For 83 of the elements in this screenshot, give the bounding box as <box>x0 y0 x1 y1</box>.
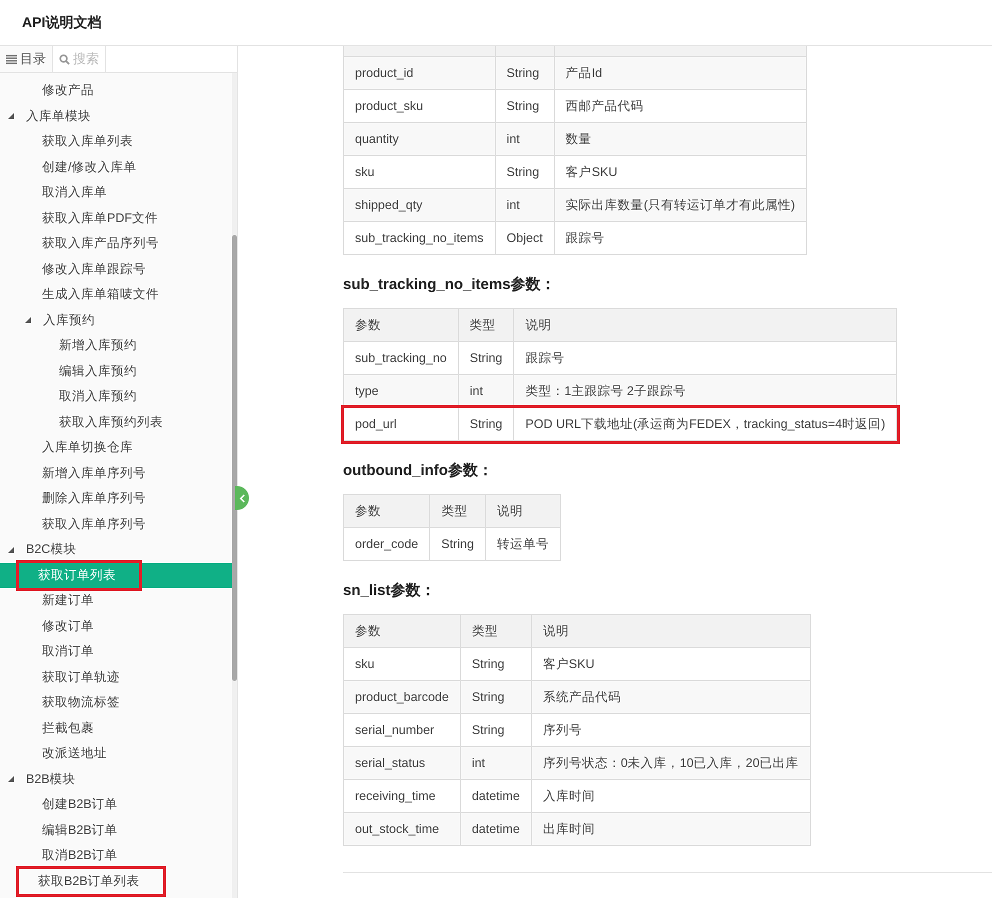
table-cell: String <box>458 408 514 440</box>
table-cell: shipped_qty <box>344 188 496 222</box>
tree-group[interactable]: B2B模块 <box>0 766 232 792</box>
tree-item[interactable]: 入库单切换仓库 <box>0 435 232 460</box>
column-header: 说明 <box>531 614 810 648</box>
table-cell: 转运单号 <box>485 528 560 560</box>
table-cell: datetime <box>460 812 532 846</box>
tree-item[interactable]: 删除入库单序列号 <box>0 486 232 512</box>
table-cell: 类型：1主跟踪号 2子跟踪号 <box>514 374 897 408</box>
section-heading: sn_list参数： <box>343 581 437 600</box>
scrollbar[interactable] <box>232 73 237 898</box>
column-header: 说明 <box>485 494 560 528</box>
table-cell: 出库时间 <box>531 812 810 846</box>
table-cell: 跟踪号 <box>554 222 807 254</box>
table-cell: sub_tracking_no_items <box>344 222 496 254</box>
table-cell: serial_status <box>344 746 460 780</box>
tree-item[interactable]: 获取订单轨迹 <box>0 664 232 690</box>
column-header: 参数 <box>344 614 460 648</box>
table-cell: pod_url <box>344 408 458 440</box>
tree-item[interactable]: 修改订单 <box>0 614 232 639</box>
tree-item[interactable]: 改派送地址 <box>0 741 232 766</box>
tree-item[interactable]: 新增入库单序列号 <box>0 460 232 486</box>
tree-item[interactable]: 创建/修改入库单 <box>0 154 232 180</box>
table-cell: product_barcode <box>344 680 460 714</box>
tree-item[interactable]: 获取入库产品序列号 <box>0 231 232 256</box>
tree-group[interactable]: B2C模块 <box>0 537 232 562</box>
expand-icon <box>8 113 14 120</box>
tree-item[interactable]: 创建B2B订单 <box>0 792 232 818</box>
table-cell: int <box>495 188 554 222</box>
table-cell: 系统产品代码 <box>531 680 810 714</box>
tree-item[interactable]: 获取入库单序列号 <box>0 512 232 537</box>
table-cell: int <box>495 122 554 156</box>
tree-item[interactable]: 拦截包裹 <box>0 716 232 741</box>
table-cell: type <box>344 374 458 408</box>
tree-item[interactable]: 获取入库单PDF文件 <box>0 206 232 231</box>
table-cell: int <box>460 746 532 780</box>
column-header: 类型 <box>460 614 532 648</box>
tree-item[interactable]: 取消B2B订单 <box>0 843 232 868</box>
tree-item[interactable]: 取消入库预约 <box>0 384 232 410</box>
chevron-left-icon <box>238 494 246 502</box>
table-cell: 序列号状态：0未入库，10已入库，20已出库 <box>531 746 810 780</box>
tree-item[interactable]: 取消入库单 <box>0 180 232 206</box>
tree-item[interactable]: 编辑入库预约 <box>0 358 232 384</box>
column-header: 类型 <box>458 308 514 342</box>
column-header: 说明 <box>514 308 897 342</box>
expand-icon <box>25 317 31 324</box>
column-header: 参数 <box>344 494 430 528</box>
section-heading: outbound_info参数： <box>343 461 494 480</box>
column-header: 类型 <box>430 494 486 528</box>
table-cell: String <box>495 56 554 90</box>
app-title: API说明文档 <box>22 14 102 32</box>
menu-icon <box>6 54 17 64</box>
sidebar-tab[interactable]: 目录 <box>0 46 53 72</box>
tree-group[interactable]: 入库预约 <box>0 308 232 333</box>
expand-icon <box>8 546 14 553</box>
table-cell: out_stock_time <box>344 812 460 846</box>
table-cell: Object <box>495 222 554 254</box>
table-cell: product_id <box>344 56 496 90</box>
expand-icon <box>8 776 14 782</box>
collapse-handle[interactable] <box>235 486 249 510</box>
table-cell: 实际出库数量(只有转运订单才有此属性) <box>554 188 807 222</box>
search-icon <box>59 54 70 64</box>
tree-item[interactable]: 获取物流标签 <box>0 690 232 716</box>
table-cell: String <box>460 680 532 714</box>
column-header: 参数 <box>344 308 458 342</box>
table-cell: POD URL下载地址(承运商为FEDEX，tracking_status=4时返回) <box>514 408 897 440</box>
tree-item[interactable]: 修改入库单跟踪号 <box>0 256 232 282</box>
tree-item[interactable]: 获取B2B订单列表 <box>0 868 232 894</box>
table-cell: order_code <box>344 528 430 560</box>
tree-item[interactable]: 取消订单 <box>0 639 232 664</box>
tree-item[interactable]: 新增入库预约 <box>0 333 232 358</box>
tree-item[interactable]: 编辑B2B订单 <box>0 818 232 843</box>
tree-group[interactable]: 入库单模块 <box>0 104 232 129</box>
section-heading: sub_tracking_no_items参数： <box>343 275 557 294</box>
tree-item[interactable]: 生成入库单箱唛文件 <box>0 282 232 308</box>
tree-item[interactable]: 修改产品 <box>0 78 232 104</box>
tree-item[interactable]: 获取入库单列表 <box>0 129 232 154</box>
tree-item[interactable]: 新建订单 <box>0 588 232 614</box>
table-cell: quantity <box>344 122 496 156</box>
table-cell: 数量 <box>554 122 807 156</box>
tree-item[interactable]: 获取入库预约列表 <box>0 410 232 435</box>
table-cell: String <box>430 528 486 560</box>
table-cell: 产品Id <box>554 56 807 90</box>
